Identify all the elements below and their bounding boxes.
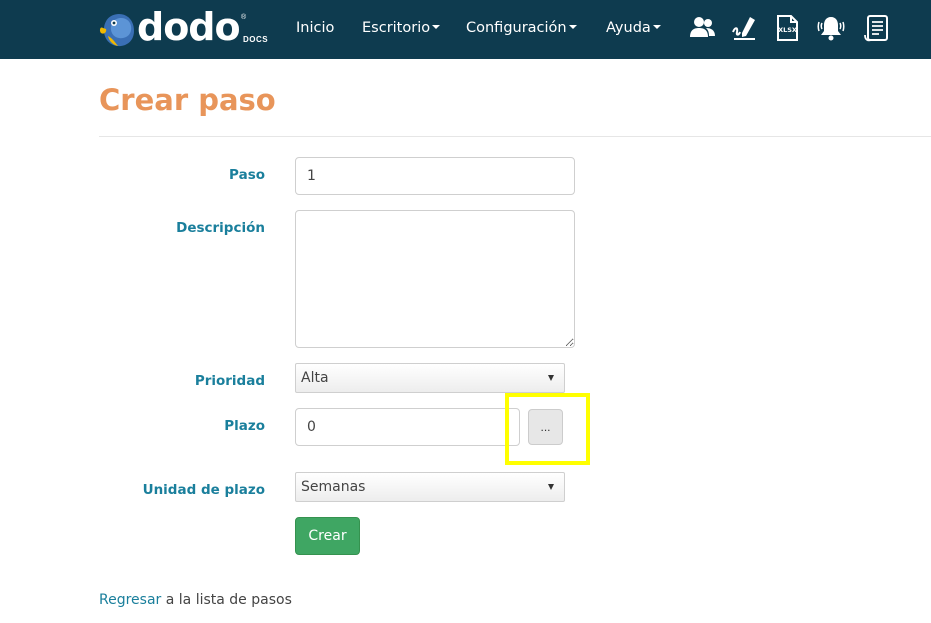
unidad-plazo-selected-value: Semanas bbox=[301, 479, 366, 495]
back-to-list-line: Regresar a la lista de pasos bbox=[99, 592, 292, 608]
dodo-bird-icon bbox=[99, 14, 134, 47]
regresar-link[interactable]: Regresar bbox=[99, 592, 161, 608]
prioridad-select[interactable]: Alta bbox=[295, 363, 565, 393]
xlsx-file-icon[interactable]: XLSX bbox=[772, 13, 802, 43]
descripcion-label: Descripción bbox=[176, 220, 265, 236]
paso-label: Paso bbox=[229, 167, 265, 183]
top-navbar: dodo ® DOCS Inicio Escritorio Configurac… bbox=[0, 0, 931, 59]
brand-name: dodo bbox=[137, 5, 241, 49]
caret-down-icon bbox=[652, 25, 661, 29]
brand-subtitle: DOCS bbox=[243, 35, 269, 44]
nav-item-inicio[interactable]: Inicio bbox=[296, 19, 334, 37]
alarm-bell-icon[interactable] bbox=[816, 13, 846, 43]
plazo-input[interactable] bbox=[295, 408, 520, 446]
plazo-label: Plazo bbox=[224, 418, 265, 434]
nav-item-escritorio[interactable]: Escritorio bbox=[362, 19, 441, 37]
descripcion-textarea[interactable] bbox=[295, 210, 575, 348]
nav-item-label: Configuración bbox=[466, 20, 567, 36]
caret-down-icon bbox=[568, 25, 577, 29]
title-divider bbox=[99, 136, 931, 137]
prioridad-label: Prioridad bbox=[194, 373, 265, 389]
nav-item-label: Inicio bbox=[296, 20, 335, 36]
document-list-icon[interactable] bbox=[862, 13, 892, 43]
highlight-box bbox=[505, 393, 590, 465]
prioridad-selected-value: Alta bbox=[301, 370, 329, 386]
nav-item-label: Ayuda bbox=[606, 20, 651, 36]
back-to-list-text: a la lista de pasos bbox=[161, 592, 292, 608]
xlsx-file-icon-text: XLSX bbox=[778, 26, 797, 34]
crear-button[interactable]: Crear bbox=[295, 517, 360, 555]
dropdown-arrow-icon bbox=[548, 484, 554, 490]
paso-input[interactable] bbox=[295, 157, 575, 195]
nav-item-configuracion[interactable]: Configuración bbox=[466, 19, 577, 37]
caret-down-icon bbox=[432, 25, 441, 29]
nav-item-label: Escritorio bbox=[362, 20, 431, 36]
users-icon[interactable] bbox=[688, 13, 718, 43]
page-title: Crear paso bbox=[99, 83, 276, 117]
dropdown-arrow-icon bbox=[548, 375, 554, 381]
brand-registered-mark: ® bbox=[241, 14, 247, 21]
unidad-plazo-select[interactable]: Semanas bbox=[295, 472, 565, 502]
signature-icon[interactable] bbox=[730, 13, 760, 43]
nav-item-ayuda[interactable]: Ayuda bbox=[606, 19, 661, 37]
unidad-plazo-label: Unidad de plazo bbox=[142, 482, 265, 498]
